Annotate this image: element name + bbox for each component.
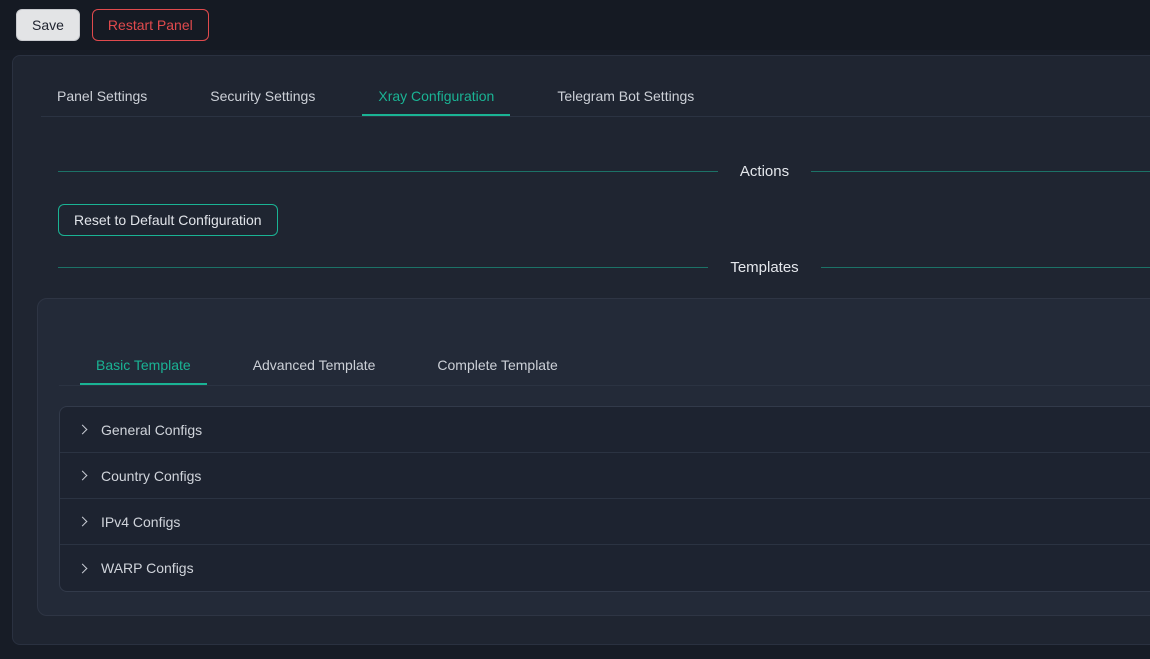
tab-basic-template[interactable]: Basic Template [80,345,207,385]
save-button[interactable]: Save [16,9,80,41]
collapse-item-ipv4-configs[interactable]: IPv4 Configs [60,499,1150,545]
templates-divider-title: Templates [708,259,820,276]
config-collapse: General Configs Country Configs IPv4 Con… [59,406,1150,592]
tab-complete-template[interactable]: Complete Template [421,345,573,385]
chevron-right-icon [78,425,88,435]
settings-card: Panel Settings Security Settings Xray Co… [12,55,1150,645]
tab-security-settings[interactable]: Security Settings [194,76,331,116]
chevron-right-icon [78,563,88,573]
template-tabs: Basic Template Advanced Template Complet… [59,345,1150,386]
collapse-item-country-configs[interactable]: Country Configs [60,453,1150,499]
tab-xray-configuration[interactable]: Xray Configuration [362,76,510,116]
actions-divider-title: Actions [718,163,811,180]
templates-divider: Templates [58,257,1150,277]
collapse-item-warp-configs[interactable]: WARP Configs [60,545,1150,591]
actions-divider: Actions [58,161,1150,181]
tab-advanced-template[interactable]: Advanced Template [237,345,392,385]
chevron-right-icon [78,471,88,481]
settings-tabs: Panel Settings Security Settings Xray Co… [41,76,1150,117]
collapse-item-label: IPv4 Configs [101,514,180,530]
collapse-item-label: WARP Configs [101,560,194,576]
collapse-item-general-configs[interactable]: General Configs [60,407,1150,453]
collapse-item-label: Country Configs [101,468,201,484]
chevron-right-icon [78,517,88,527]
templates-card: Basic Template Advanced Template Complet… [37,298,1150,616]
tab-telegram-bot-settings[interactable]: Telegram Bot Settings [541,76,710,116]
restart-panel-button[interactable]: Restart Panel [92,9,209,41]
topbar: Save Restart Panel [0,0,1150,50]
tab-panel-settings[interactable]: Panel Settings [41,76,163,116]
reset-default-configuration-button[interactable]: Reset to Default Configuration [58,204,278,236]
collapse-item-label: General Configs [101,422,202,438]
